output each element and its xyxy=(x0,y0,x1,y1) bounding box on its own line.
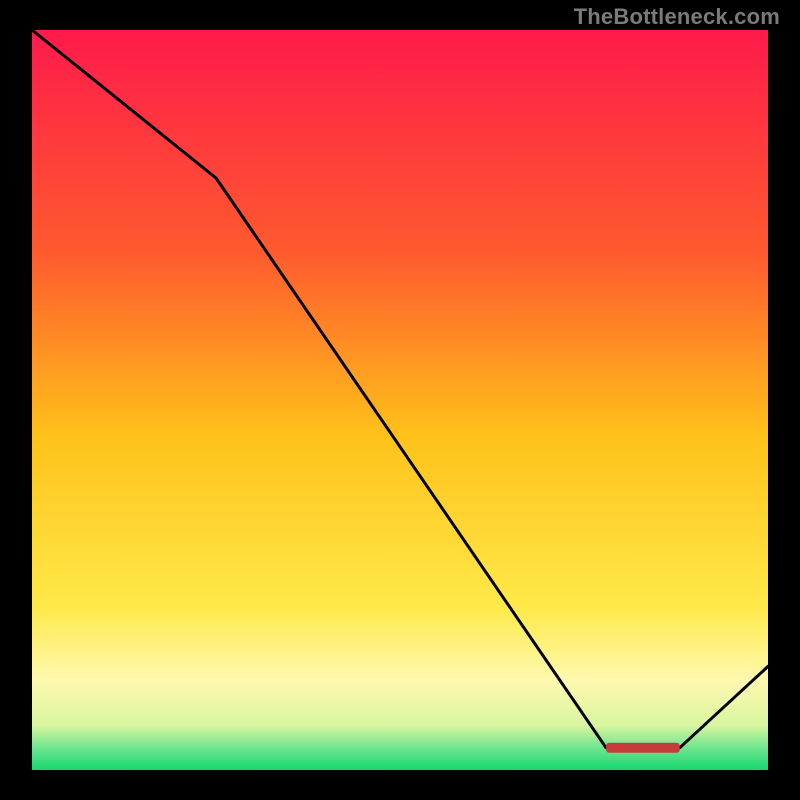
watermark-text: TheBottleneck.com xyxy=(574,4,780,30)
plot-background xyxy=(32,30,768,770)
optimal-marker xyxy=(606,743,680,753)
chart-stage: TheBottleneck.com xyxy=(0,0,800,800)
chart-svg xyxy=(32,30,768,770)
